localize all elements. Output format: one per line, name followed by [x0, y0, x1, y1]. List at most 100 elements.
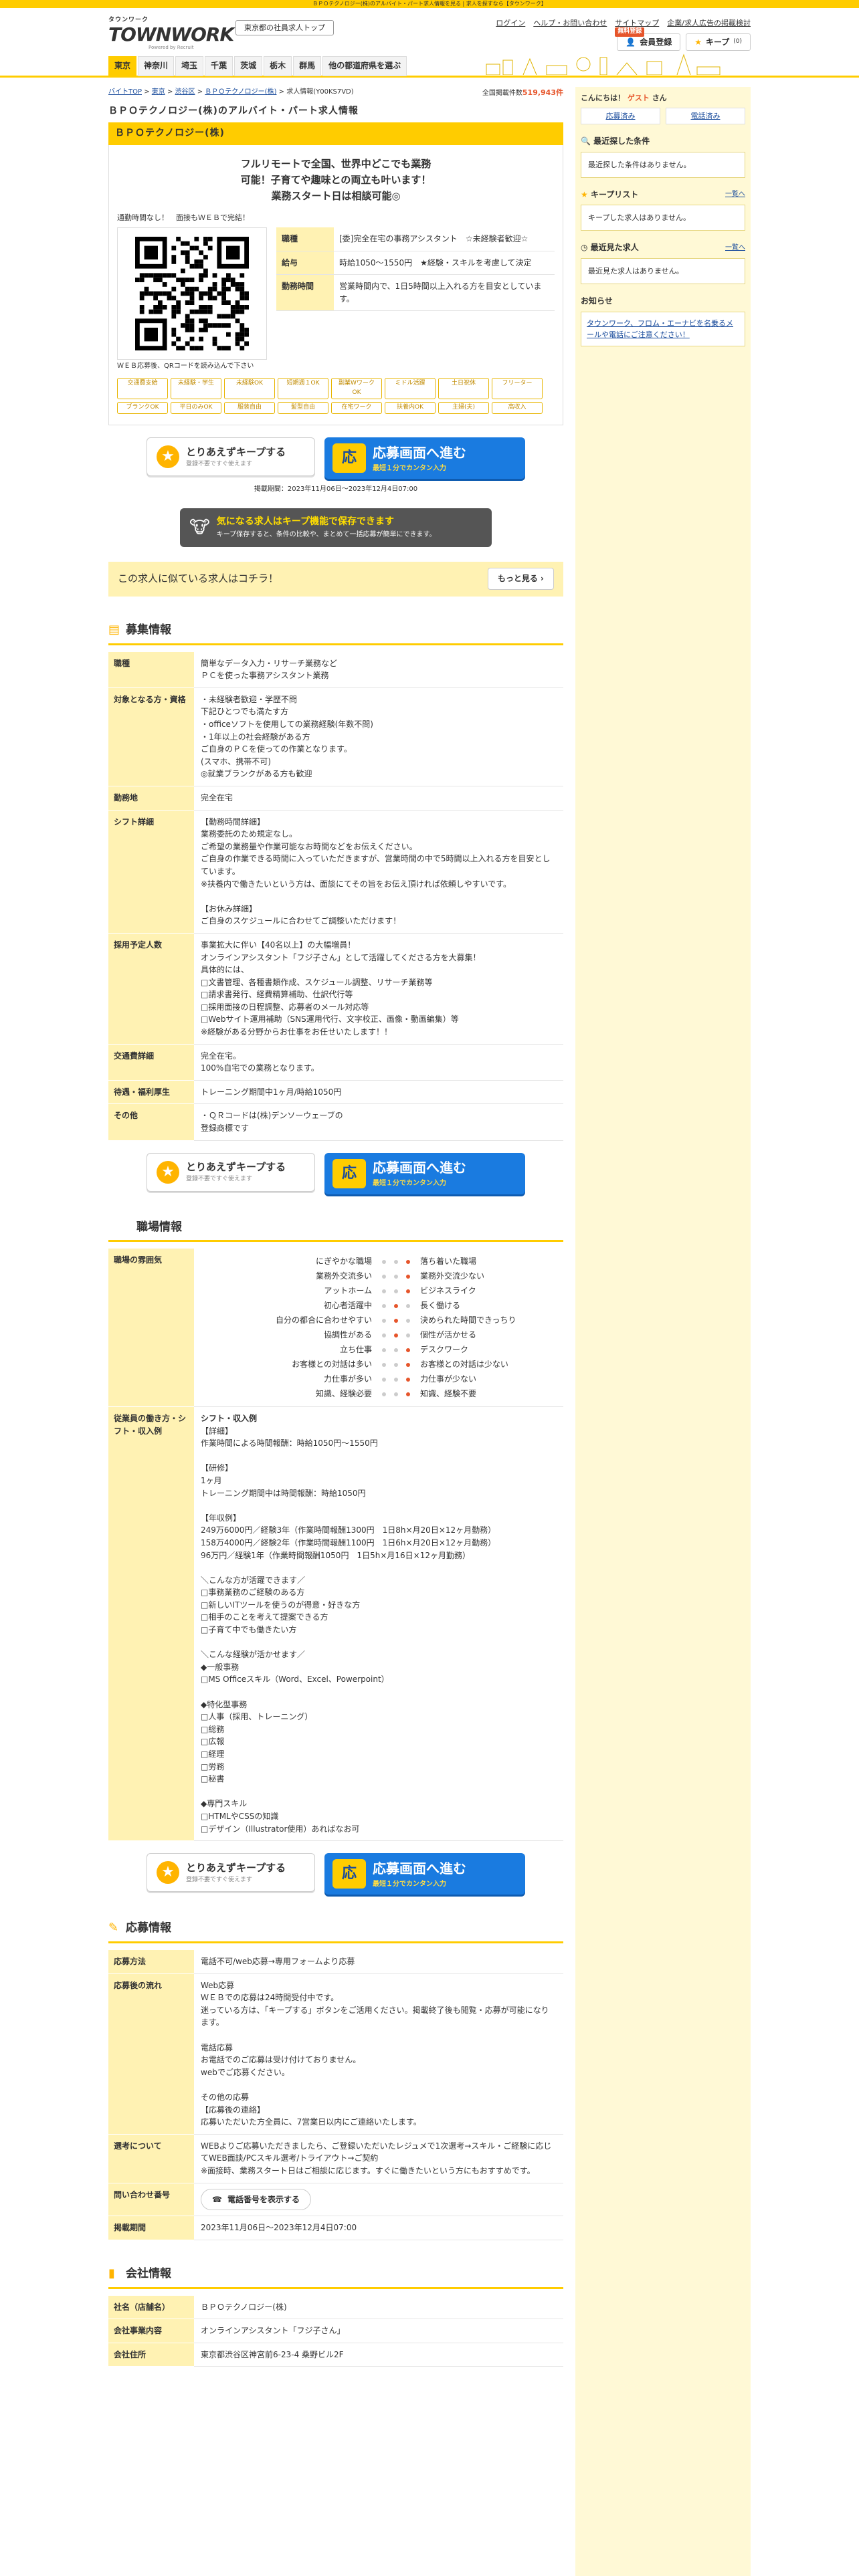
- action-buttons: ★ とりあえずキープする 登録不要ですぐ使えます 応 応募画面へ進む 最短１分でカン…: [108, 1152, 563, 1194]
- apply-button[interactable]: 応 応募画面へ進む 最短１分でカンタン入力: [324, 1152, 525, 1194]
- register-button[interactable]: 無料登録 👤 会員登録: [615, 27, 681, 51]
- row-value: トレーニング期間中1ヶ月/時給1050円: [194, 1080, 563, 1105]
- row-header: 応募後の流れ: [108, 1973, 194, 2135]
- row-header: 待遇・福利厚生: [108, 1080, 194, 1105]
- keep-feature-banner[interactable]: 🐮 気になる求人はキープ機能で保存できます キープ保存すると、条件の比較や、まとめ…: [180, 508, 492, 547]
- login-link[interactable]: ログイン: [496, 17, 525, 29]
- applied-link[interactable]: 応募済み: [581, 108, 660, 125]
- atmosphere-right: 力仕事が少ない: [420, 1374, 477, 1384]
- breadcrumb-item[interactable]: 渋谷区: [175, 88, 195, 96]
- table-row: 会社事業内容 オンラインアシスタント「フジ子さん」: [108, 2319, 563, 2343]
- atmosphere-left: 知識、経験必要: [315, 1388, 372, 1398]
- summary-row: 職種 [委]完全在宅の事務アシスタント ☆未経験者歓迎☆: [276, 227, 555, 251]
- atmosphere-left: 協調性がある: [323, 1329, 372, 1339]
- atmosphere-left: 立ち仕事: [339, 1344, 372, 1354]
- row-header: シフト詳細: [108, 810, 194, 934]
- scale-dot: [382, 1348, 386, 1352]
- see-more-button[interactable]: もっと見る ›: [487, 568, 554, 591]
- nav-chiba[interactable]: 千葉: [205, 56, 233, 76]
- keep-button[interactable]: ★ とりあえずキープする 登録不要ですぐ使えます: [147, 1152, 315, 1192]
- scale-dot: [394, 1259, 398, 1264]
- scale-dot: [382, 1392, 386, 1396]
- feature-tag: 未経験・学生: [171, 378, 221, 400]
- atmosphere-row: 業務外交流多い 業務外交流少ない: [201, 1269, 557, 1283]
- history-icon: ◷: [581, 243, 588, 253]
- nav-tochigi[interactable]: 栃木: [264, 56, 292, 76]
- scale-dot: [382, 1333, 386, 1337]
- table-row: 対象となる方・資格 ・未経験者歓迎・学歴不問 下記ひとつでも満たす方 ・offic…: [108, 687, 563, 786]
- apply-button[interactable]: 応 応募画面へ進む 最短１分でカンタン入力: [324, 1853, 525, 1895]
- apply-button[interactable]: 応 応募画面へ進む 最短１分でカンタン入力: [324, 437, 525, 479]
- feature-tag: 高収入: [492, 402, 543, 415]
- keep-button-sub: 登録不要ですぐ使えます: [186, 1876, 253, 1883]
- search-icon: 🔍: [581, 136, 591, 146]
- breadcrumb-current: 求人情報(Y00KS7VD): [286, 88, 354, 96]
- greeting: こんにちは！ ゲスト さん: [581, 92, 745, 104]
- scale-dot: [394, 1377, 398, 1382]
- row-value: ・ＱＲコードは(株)デンソーウェーブの 登録商標です: [194, 1103, 563, 1141]
- recent-viewed-box: 最近見た求人はありません。: [581, 257, 745, 285]
- table-row: 応募後の流れ Web応募 ＷＥＢでの応募は24時間受付中です。 迷っている方は、「…: [108, 1973, 563, 2135]
- row-value: 完全在宅。 100%自宅での業務となります。: [194, 1044, 563, 1081]
- keep-button[interactable]: ★ とりあえずキープする 登録不要ですぐ使えます: [147, 1853, 315, 1893]
- atmosphere-right: ビジネスライク: [420, 1285, 476, 1295]
- feature-tag: 服装自由: [224, 402, 275, 415]
- called-link[interactable]: 電話済み: [666, 108, 745, 125]
- atmosphere-row: 協調性がある 個性が活かせる: [201, 1327, 557, 1342]
- row-header: 採用予定人数: [108, 933, 194, 1045]
- advertise-link[interactable]: 企業/求人広告の掲載検討: [667, 17, 751, 29]
- area-top-button[interactable]: 東京都の社員求人トップ: [235, 20, 334, 36]
- star-icon: ★: [694, 37, 702, 47]
- townwork-logo[interactable]: タウンワーク TOWNWORK Powered by Recruit: [108, 16, 234, 51]
- row-value: ＢＰＯテクノロジー(株): [194, 2295, 563, 2320]
- atmosphere-right: 落ち着いた職場: [420, 1256, 477, 1266]
- register-label: 会員登録: [640, 37, 672, 47]
- row-header: 勤務地: [108, 786, 194, 811]
- atmosphere-dots: [372, 1288, 420, 1293]
- breadcrumb-item[interactable]: 東京: [152, 88, 165, 96]
- breadcrumb-item[interactable]: バイトTOP: [108, 88, 142, 96]
- see-more-label: もっと見る: [497, 574, 538, 584]
- summary-th: 職種: [276, 227, 334, 251]
- greeting-prefix: こんにちは！: [581, 94, 625, 102]
- nav-kanagawa[interactable]: 神奈川: [138, 56, 175, 76]
- atmosphere-row: にぎやかな職場 落ち着いた職場: [201, 1254, 557, 1269]
- header: タウンワーク TOWNWORK Powered by Recruit 東京都の社…: [108, 8, 751, 53]
- atmosphere-right: 決められた時間できっちり: [420, 1315, 516, 1325]
- nav-other-prefectures[interactable]: 他の都道府県を選ぶ: [322, 56, 407, 76]
- keep-button[interactable]: ★ とりあえずキープする 登録不要ですぐ使えます: [147, 437, 315, 477]
- row-header: 問い合わせ番号: [108, 2183, 194, 2217]
- feature-tag: 未経験OK: [224, 378, 275, 400]
- apply-button-label: 応募画面へ進む: [373, 1160, 466, 1176]
- feature-tag: ブランクOK: [117, 402, 168, 415]
- atmosphere-right: 業務外交流少ない: [420, 1271, 485, 1281]
- atmosphere-dots: [372, 1303, 420, 1308]
- workplace-table: 職場の雰囲気 にぎやかな職場 落ち着いた職場 業務外交流多い 業務外交流少ない アットホ…: [108, 1248, 563, 1842]
- scale-dot: [406, 1289, 410, 1293]
- feature-tag: 土日祝休: [438, 378, 489, 400]
- atmosphere-right: デスクワーク: [420, 1344, 469, 1354]
- apply-contact-table: 問い合わせ番号 ☎ 電話番号を表示する 掲載期間 2023年11月06日〜2023…: [108, 2183, 563, 2240]
- keep-list-link[interactable]: 一覧へ: [725, 189, 745, 200]
- keep-banner-sub: キープ保存すると、条件の比較や、まとめて一括応募が簡単にできます。: [216, 530, 436, 538]
- help-link[interactable]: ヘルプ・お問い合わせ: [533, 17, 607, 29]
- nav-tokyo[interactable]: 東京: [108, 56, 137, 76]
- recruit-table: 職種 簡単なデータ入力・リサーチ業務など ＰＣを使った事務アシスタント業務 対象とな…: [108, 651, 563, 1141]
- scale-dot: [406, 1377, 410, 1382]
- scale-dot: [394, 1333, 398, 1337]
- recent-viewed-link[interactable]: 一覧へ: [725, 243, 745, 253]
- nav-saitama[interactable]: 埼玉: [175, 56, 204, 76]
- row-header: 対象となる方・資格: [108, 687, 194, 786]
- keep-header-button[interactable]: ★ キープ (0): [686, 33, 751, 51]
- nav-gunma[interactable]: 群馬: [293, 56, 322, 76]
- row-value: 東京都渋谷区神宮前6-23-4 桑野ビル2F: [194, 2343, 563, 2367]
- nav-ibaraki[interactable]: 茨城: [234, 56, 263, 76]
- summary-row: 給与 時給1050〜1550円 ★経験・スキルを考慮して決定: [276, 251, 555, 276]
- apply-icon: 応: [332, 1859, 366, 1889]
- recent-conditions-title: 最近探した条件: [593, 136, 650, 146]
- breadcrumb-item[interactable]: ＢＰＯテクノロジー(株): [205, 88, 276, 96]
- count-value: 519,943件: [522, 88, 563, 97]
- news-item[interactable]: タウンワーク、フロム・エーナビを名乗るメールや電話にご注意ください！: [581, 311, 745, 346]
- feature-tags: 交通費支給 未経験・学生 未経験OK 短期週１OK 副業WワークOK ミドル活躍 土日祝休フ…: [117, 378, 555, 415]
- show-phone-button[interactable]: ☎ 電話番号を表示する: [201, 2188, 311, 2211]
